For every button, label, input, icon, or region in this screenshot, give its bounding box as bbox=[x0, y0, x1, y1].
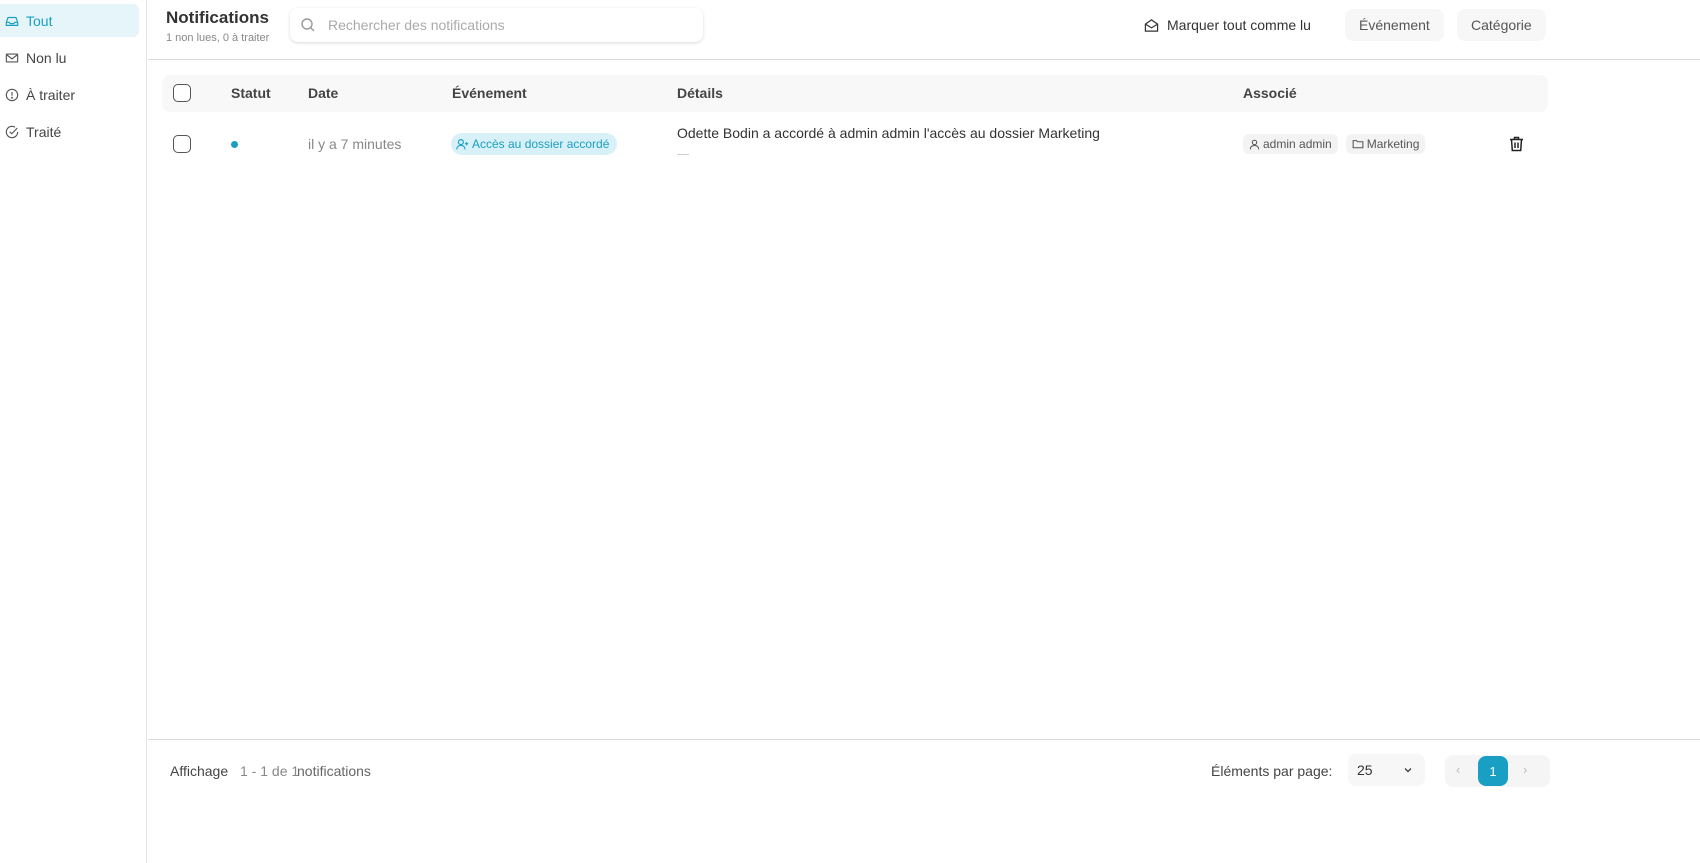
associated-folder-chip[interactable]: Marketing bbox=[1345, 134, 1426, 154]
per-page-label: Éléments par page: bbox=[1211, 763, 1333, 779]
search-icon bbox=[301, 18, 315, 32]
associated-user-label: admin admin bbox=[1263, 137, 1332, 151]
column-header-status[interactable]: Statut bbox=[231, 85, 271, 101]
pagination-footer: Affichage 1 - 1 de 1 notifications Éléme… bbox=[148, 739, 1700, 799]
sidebar-item-unread[interactable]: Non lu bbox=[0, 41, 139, 74]
event-badge: Accès au dossier accordé bbox=[451, 133, 618, 155]
sidebar: Tout Non lu À traiter Traité bbox=[0, 0, 147, 863]
per-page-value: 25 bbox=[1357, 762, 1373, 778]
table-row[interactable]: il y a 7 minutes Accès au dossier accord… bbox=[162, 112, 1548, 176]
notification-details: Odette Bodin a accordé à admin admin l'a… bbox=[677, 125, 1100, 155]
showing-unit: notifications bbox=[297, 763, 371, 779]
pagination: ‹ 1 › bbox=[1445, 755, 1550, 787]
event-badge-label: Accès au dossier accordé bbox=[472, 137, 610, 151]
sidebar-item-label: Traité bbox=[26, 123, 62, 140]
column-header-date[interactable]: Date bbox=[308, 85, 338, 101]
search-box bbox=[290, 8, 703, 42]
previous-page-button[interactable]: ‹ bbox=[1456, 762, 1460, 777]
page-subtitle: 1 non lues, 0 à traiter bbox=[166, 32, 270, 44]
details-text: Odette Bodin a accordé à admin admin l'a… bbox=[677, 125, 1100, 141]
sidebar-item-label: Non lu bbox=[26, 49, 67, 66]
showing-label: Affichage bbox=[170, 763, 229, 779]
chevron-down-icon bbox=[1404, 768, 1412, 773]
column-header-details[interactable]: Détails bbox=[677, 85, 723, 101]
showing-range: 1 - 1 de 1 bbox=[240, 763, 300, 779]
row-checkbox[interactable] bbox=[173, 135, 191, 153]
next-page-button[interactable]: › bbox=[1523, 762, 1527, 777]
per-page-select[interactable]: 25 bbox=[1348, 754, 1425, 786]
page-1-button[interactable]: 1 bbox=[1478, 756, 1508, 786]
select-all-checkbox[interactable] bbox=[173, 84, 191, 102]
mark-all-read-button[interactable]: Marquer tout comme lu bbox=[1144, 10, 1311, 40]
folder-icon bbox=[1352, 140, 1364, 149]
associated-user-chip[interactable]: admin admin bbox=[1243, 134, 1338, 154]
notification-date: il y a 7 minutes bbox=[308, 136, 402, 152]
event-filter-button[interactable]: Événement bbox=[1345, 9, 1444, 41]
sidebar-item-all[interactable]: Tout bbox=[0, 4, 139, 37]
check-circle-icon bbox=[5, 125, 19, 138]
column-header-event[interactable]: Événement bbox=[452, 85, 527, 101]
category-filter-button[interactable]: Catégorie bbox=[1457, 9, 1546, 41]
sidebar-item-label: À traiter bbox=[26, 86, 76, 103]
mark-all-read-label: Marquer tout comme lu bbox=[1167, 17, 1311, 33]
user-plus-icon bbox=[456, 138, 469, 149]
inbox-icon bbox=[5, 16, 19, 26]
sidebar-item-to-process[interactable]: À traiter bbox=[0, 78, 139, 111]
associated-folder-label: Marketing bbox=[1366, 137, 1420, 151]
associated-items: admin admin Marketing bbox=[1243, 134, 1426, 154]
alert-circle-icon bbox=[5, 88, 19, 101]
header: Notifications 1 non lues, 0 à traiter Ma… bbox=[148, 0, 1700, 60]
column-header-associated[interactable]: Associé bbox=[1243, 85, 1297, 101]
mail-icon bbox=[5, 52, 19, 63]
envelope-open-icon bbox=[1144, 18, 1159, 32]
user-icon bbox=[1249, 139, 1260, 149]
notifications-table: Statut Date Événement Détails Associé il… bbox=[162, 75, 1548, 176]
table-header: Statut Date Événement Détails Associé bbox=[162, 75, 1548, 112]
sidebar-item-processed[interactable]: Traité bbox=[0, 115, 139, 148]
page-title: Notifications bbox=[166, 8, 269, 27]
delete-notification-button[interactable] bbox=[1509, 136, 1524, 155]
details-placeholder-dash bbox=[677, 154, 689, 155]
search-input[interactable] bbox=[328, 17, 688, 33]
sidebar-item-label: Tout bbox=[26, 12, 53, 29]
unread-status-dot bbox=[231, 141, 238, 148]
trash-icon bbox=[1510, 136, 1523, 152]
